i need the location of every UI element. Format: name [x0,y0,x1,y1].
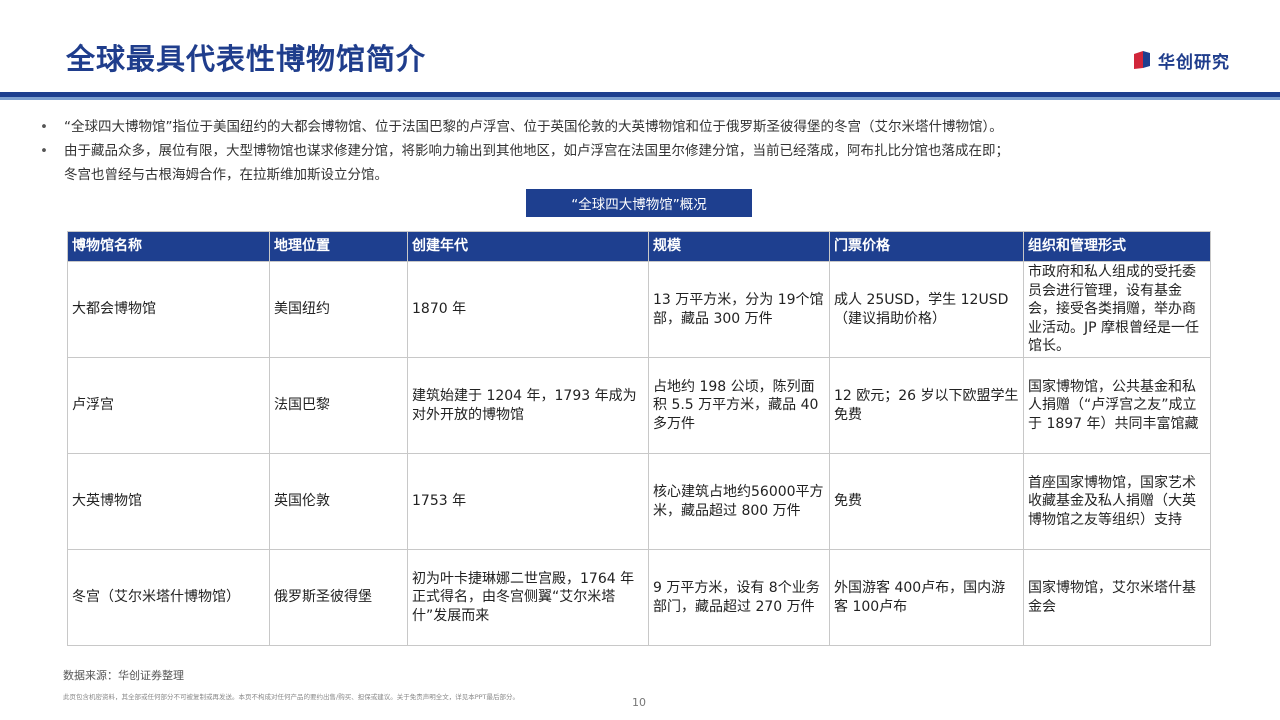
page-number: 10 [632,696,646,709]
bullet-text: 由于藏品众多，展位有限，大型博物馆也谋求修建分馆，将影响力输出到其他地区，如卢浮… [64,143,1009,159]
table-cell-ticket-price: 外国游客 400卢布，国内游客 100卢布 [829,549,1024,646]
table-cell-management: 国家博物馆，艾尔米塔什基金会 [1023,549,1211,646]
table-cell-name: 卢浮宫 [67,357,270,454]
disclaimer-text: 此页包含机密资料，其全部或任何部分不可被复制或再发送。本页不构成对任何产品的要约… [63,693,519,701]
table-row: 卢浮宫 法国巴黎 建筑始建于 1204 年，1793 年成为对外开放的博物馆 占… [67,357,1211,454]
column-header-location: 地理位置 [269,231,408,262]
column-header-founded: 创建年代 [407,231,649,262]
table-cell-management: 市政府和私人组成的受托委员会进行管理，设有基金会，接受各类捐赠，举办商业活动。J… [1023,261,1211,358]
brand-name: 华创研究 [1158,52,1230,73]
table-cell-management: 首座国家博物馆，国家艺术收藏基金及私人捐赠（大英博物馆之友等组织）支持 [1023,453,1211,550]
table-cell-ticket-price: 成人 25USD，学生 12USD（建议捐助价格） [829,261,1024,358]
table-cell-name: 大都会博物馆 [67,261,270,358]
bullet-text: “全球四大博物馆”指位于美国纽约的大都会博物馆、位于法国巴黎的卢浮宫、位于英国伦… [64,119,1003,135]
bullet-marker: • [40,143,48,159]
column-header-name: 博物馆名称 [67,231,270,262]
table-cell-management: 国家博物馆，公共基金和私人捐赠（“卢浮宫之友”成立于 1897 年）共同丰富馆藏 [1023,357,1211,454]
column-header-scale: 规模 [648,231,830,262]
table-cell-scale: 核心建筑占地约56000平方米，藏品超过 800 万件 [648,453,830,550]
table-cell-location: 英国伦敦 [269,453,408,550]
brand-logo: 华创研究 [1132,47,1230,73]
museum-table: 博物馆名称 地理位置 创建年代 规模 门票价格 组织和管理形式 大都会博物馆 美… [67,231,1211,646]
table-caption: “全球四大博物馆”概况 [526,189,752,217]
table-cell-location: 法国巴黎 [269,357,408,454]
table-cell-ticket-price: 12 欧元；26 岁以下欧盟学生免费 [829,357,1024,454]
table-cell-founded: 初为叶卡捷琳娜二世宫殿，1764 年正式得名，由冬宫侧翼“艾尔米塔什”发展而来 [407,549,649,646]
data-source-note: 数据来源：华创证券整理 [63,669,184,682]
table-header-row: 博物馆名称 地理位置 创建年代 规模 门票价格 组织和管理形式 [67,231,1211,262]
table-cell-founded: 1870 年 [407,261,649,358]
bullet-text-continued: 冬宫也曾经与古根海姆合作，在拉斯维加斯设立分馆。 [64,167,388,183]
table-cell-name: 冬宫（艾尔米塔什博物馆） [67,549,270,646]
table-cell-scale: 占地约 198 公顷，陈列面积 5.5 万平方米，藏品 40 多万件 [648,357,830,454]
column-header-management: 组织和管理形式 [1023,231,1211,262]
table-cell-location: 俄罗斯圣彼得堡 [269,549,408,646]
bullet-marker: • [40,119,48,135]
brand-mark-icon [1134,51,1150,69]
table-cell-ticket-price: 免费 [829,453,1024,550]
intro-bullets: • “全球四大博物馆”指位于美国纽约的大都会博物馆、位于法国巴黎的卢浮宫、位于英… [40,115,1250,187]
table-cell-founded: 建筑始建于 1204 年，1793 年成为对外开放的博物馆 [407,357,649,454]
bullet-item: • 由于藏品众多，展位有限，大型博物馆也谋求修建分馆，将影响力输出到其他地区，如… [40,139,1250,163]
table-row: 冬宫（艾尔米塔什博物馆） 俄罗斯圣彼得堡 初为叶卡捷琳娜二世宫殿，1764 年正… [67,549,1211,646]
header-divider-accent [0,97,1280,100]
column-header-ticket-price: 门票价格 [829,231,1024,262]
table-cell-name: 大英博物馆 [67,453,270,550]
table-cell-scale: 9 万平方米，设有 8个业务部门，藏品超过 270 万件 [648,549,830,646]
table-row: 大都会博物馆 美国纽约 1870 年 13 万平方米，分为 19个馆部，藏品 3… [67,261,1211,358]
bullet-item: • “全球四大博物馆”指位于美国纽约的大都会博物馆、位于法国巴黎的卢浮宫、位于英… [40,115,1250,139]
page-title: 全球最具代表性博物馆简介 [66,42,427,76]
table-row: 大英博物馆 英国伦敦 1753 年 核心建筑占地约56000平方米，藏品超过 8… [67,453,1211,550]
table-cell-location: 美国纽约 [269,261,408,358]
table-cell-scale: 13 万平方米，分为 19个馆部，藏品 300 万件 [648,261,830,358]
table-cell-founded: 1753 年 [407,453,649,550]
